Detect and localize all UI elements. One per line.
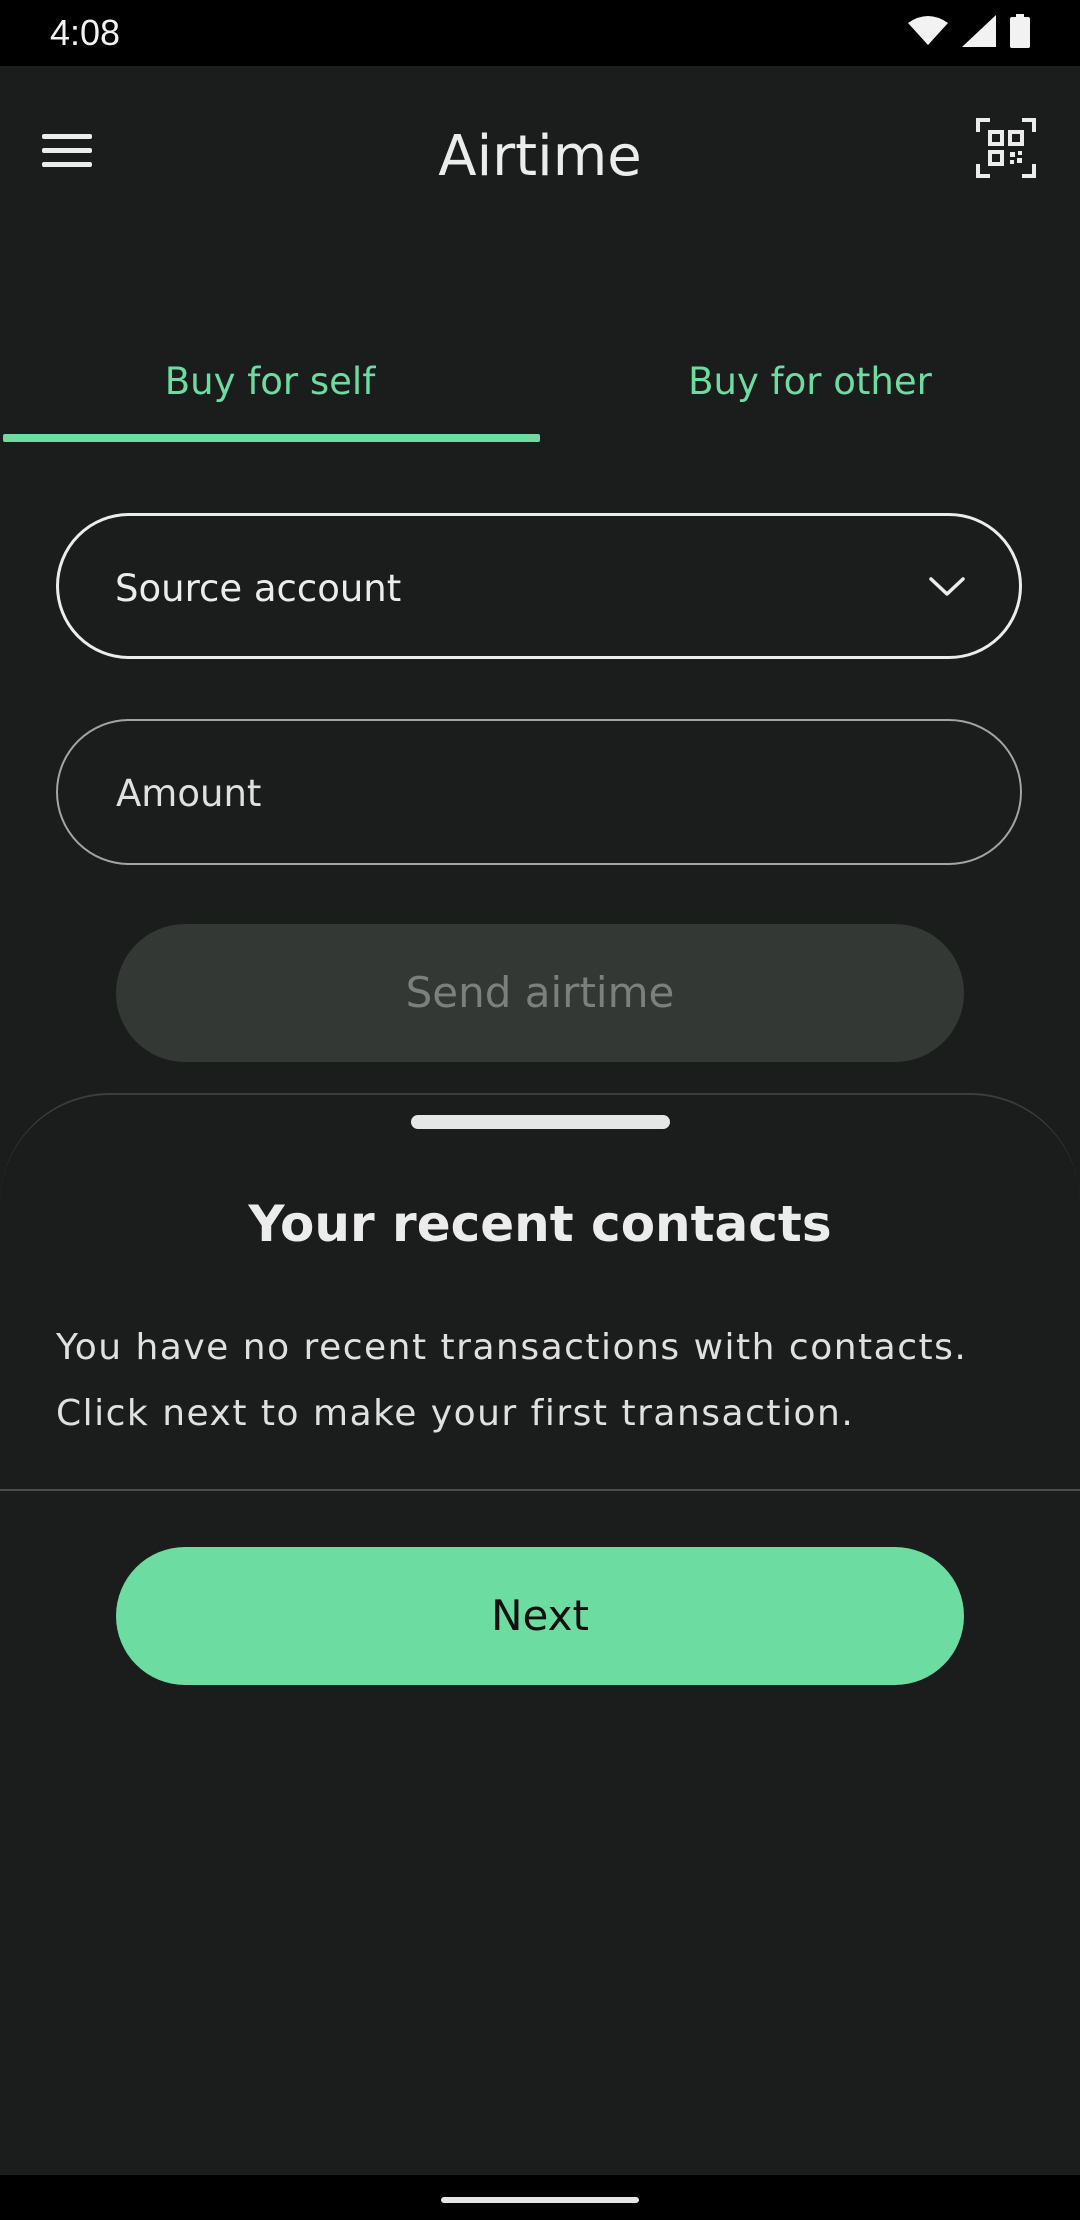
recent-contacts-title: Your recent contacts <box>248 1195 832 1253</box>
recent-contacts-sheet: Your recent contacts You have no recent … <box>0 1093 1080 2220</box>
recent-contacts-empty-message: You have no recent transactions with con… <box>56 1327 968 1434</box>
chevron-down-icon <box>929 577 965 596</box>
tab-bar: Buy for self Buy for other <box>0 320 1080 444</box>
home-gesture-handle[interactable] <box>441 2197 639 2203</box>
status-icons <box>908 14 1030 48</box>
tab-buy-for-self[interactable]: Buy for self <box>0 320 540 444</box>
qr-code-icon <box>976 118 1036 178</box>
drag-handle[interactable] <box>411 1115 670 1129</box>
wifi-icon <box>908 16 948 45</box>
tab-selected-indicator <box>3 434 540 442</box>
status-time: 4:08 <box>50 12 121 53</box>
amount-label: Amount <box>116 772 262 815</box>
send-airtime-button[interactable]: Send airtime <box>116 924 964 1062</box>
qr-scan-button[interactable] <box>976 118 1040 182</box>
page-title: Airtime <box>438 124 642 189</box>
signal-icon <box>962 15 996 47</box>
amount-field[interactable]: Amount <box>56 719 1022 865</box>
app-bar: Airtime <box>0 66 1080 246</box>
source-account-dropdown[interactable]: Source account <box>56 513 1022 659</box>
airtime-screen: 4:08 Airtime Buy for self Buy for other … <box>0 0 1080 2220</box>
divider <box>0 1489 1080 1491</box>
navigation-bar <box>0 2175 1080 2220</box>
status-bar: 4:08 <box>0 0 1080 66</box>
source-account-label: Source account <box>115 567 402 610</box>
next-button[interactable]: Next <box>116 1547 964 1685</box>
battery-icon <box>1010 14 1030 48</box>
tab-buy-for-other[interactable]: Buy for other <box>540 320 1080 444</box>
